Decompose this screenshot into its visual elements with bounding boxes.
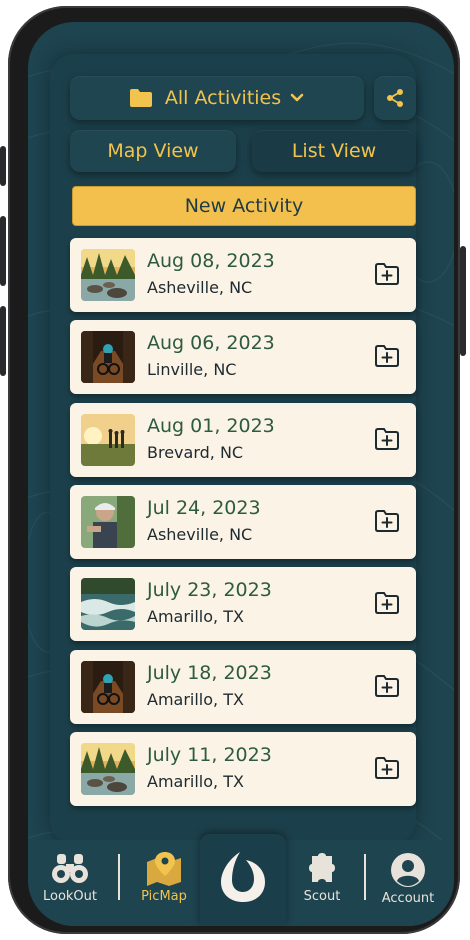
share-icon — [387, 89, 403, 107]
activity-location: Linville, NC — [147, 360, 237, 380]
activity-date: July 11, 2023 — [147, 743, 272, 766]
folder-icon — [129, 89, 152, 107]
activity-thumbnail — [81, 413, 135, 466]
activity-thumbnail — [81, 495, 135, 548]
activity-location: Brevard, NC — [147, 442, 244, 462]
add-to-folder-icon — [375, 674, 399, 697]
activity-date: July 23, 2023 — [147, 579, 272, 602]
activity-thumbnail — [81, 331, 135, 384]
add-to-folder-button[interactable] — [374, 674, 400, 698]
add-to-folder-button[interactable] — [374, 262, 400, 286]
nav-item-picmap[interactable]: PicMap — [124, 852, 204, 904]
app-logo-icon — [221, 852, 265, 902]
nav-item-account[interactable]: Account — [368, 852, 448, 906]
activity-location: Amarillo, TX — [147, 607, 244, 627]
activity-thumbnail — [81, 578, 135, 631]
add-to-folder-icon — [375, 263, 399, 285]
activity-location: Amarillo, TX — [147, 689, 244, 709]
nav-item-home[interactable] — [203, 848, 283, 907]
nav-label-account: Account — [381, 891, 435, 906]
add-to-folder-button[interactable] — [374, 591, 400, 615]
volume-down-button — [0, 306, 6, 376]
activity-thumbnail — [81, 742, 135, 795]
app-screen: All Activities Map View List View New Ac… — [28, 22, 454, 926]
activity-card[interactable]: Jul 24, 2023 Asheville, NC — [70, 484, 416, 559]
activity-location: Amarillo, TX — [147, 771, 244, 791]
activity-date: Jul 24, 2023 — [147, 496, 261, 519]
nav-item-scout[interactable]: Scout — [282, 852, 362, 904]
share-button[interactable] — [374, 76, 416, 120]
nav-label-picmap: PicMap — [141, 889, 187, 904]
activity-date: Aug 06, 2023 — [147, 332, 275, 355]
binoculars-icon — [52, 854, 88, 883]
activity-location: Asheville, NC — [147, 524, 253, 544]
mute-switch — [0, 146, 6, 186]
activities-dropdown[interactable]: All Activities — [70, 76, 364, 120]
add-to-folder-icon — [375, 756, 399, 779]
power-button — [460, 246, 466, 356]
activity-card[interactable]: July 23, 2023 Amarillo, TX — [70, 567, 416, 642]
new-activity-button[interactable]: New Activity — [72, 186, 416, 226]
activity-date: Aug 08, 2023 — [147, 250, 275, 272]
activity-date: July 18, 2023 — [147, 661, 272, 684]
add-to-folder-button[interactable] — [374, 427, 400, 451]
add-to-folder-icon — [375, 592, 399, 615]
account-icon — [391, 853, 425, 887]
activity-card[interactable]: Aug 08, 2023 Asheville, NC — [70, 238, 416, 312]
add-to-folder-button[interactable] — [374, 756, 400, 780]
chevron-down-icon — [290, 93, 304, 102]
puzzle-icon — [309, 853, 335, 882]
nav-item-lookout[interactable]: LookOut — [30, 852, 110, 904]
list-view-tab[interactable]: List View — [252, 130, 416, 172]
activity-card[interactable]: July 18, 2023 Amarillo, TX — [70, 649, 416, 724]
activity-thumbnail — [81, 660, 135, 713]
activity-card[interactable]: Aug 01, 2023 Brevard, NC — [70, 402, 416, 477]
activity-card[interactable]: Aug 06, 2023 Linville, NC — [70, 320, 416, 395]
activity-date: Aug 01, 2023 — [147, 414, 275, 437]
add-to-folder-icon — [375, 427, 399, 450]
activity-location: Asheville, NC — [147, 278, 253, 297]
add-to-folder-button[interactable] — [374, 344, 400, 368]
map-pin-icon — [147, 852, 181, 886]
nav-label-scout: Scout — [303, 889, 341, 904]
volume-up-button — [0, 216, 6, 286]
add-to-folder-button[interactable] — [374, 509, 400, 533]
dropdown-label: All Activities — [164, 87, 282, 109]
phone-frame: All Activities Map View List View New Ac… — [0, 6, 466, 934]
add-to-folder-icon — [375, 345, 399, 368]
nav-label-lookout: LookOut — [42, 889, 98, 904]
nav-divider — [364, 854, 366, 900]
activity-thumbnail — [81, 249, 135, 301]
add-to-folder-icon — [375, 509, 399, 532]
nav-divider — [118, 854, 120, 900]
activity-card[interactable]: July 11, 2023 Amarillo, TX — [70, 731, 416, 806]
map-view-tab[interactable]: Map View — [70, 130, 236, 172]
